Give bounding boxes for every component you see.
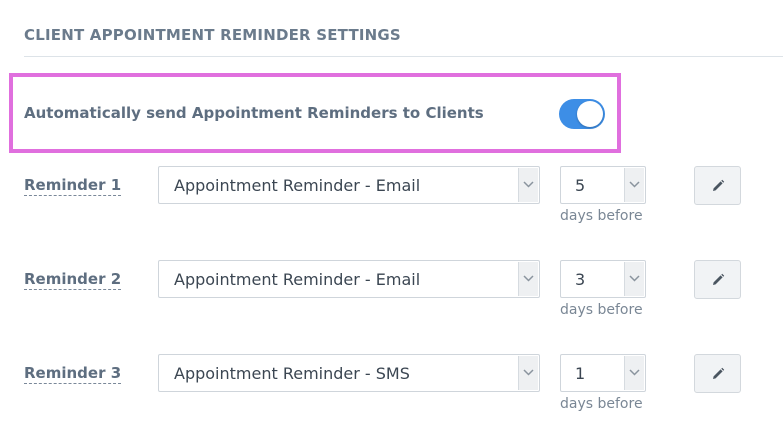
- dropdown-caret: [624, 356, 644, 390]
- days-before-label: days before: [560, 302, 643, 318]
- dropdown-caret: [518, 168, 538, 202]
- pencil-icon: [713, 273, 725, 285]
- reminder-label[interactable]: Reminder 1: [24, 176, 122, 196]
- chevron-down-icon: [629, 181, 640, 188]
- reminder-row-1: Reminder 1 Appointment Reminder - Email …: [0, 166, 783, 236]
- chevron-down-icon: [523, 369, 534, 376]
- reminder-row-3: Reminder 3 Appointment Reminder - SMS 1 …: [0, 354, 783, 424]
- reminder-days-select[interactable]: 1: [560, 354, 646, 392]
- chevron-down-icon: [523, 181, 534, 188]
- reminder-days-value: 1: [575, 364, 586, 383]
- toggle-knob: [577, 101, 603, 127]
- reminder-template-select[interactable]: Appointment Reminder - Email: [158, 260, 540, 298]
- edit-reminder-button[interactable]: [694, 354, 741, 393]
- reminder-template-value: Appointment Reminder - Email: [174, 270, 421, 289]
- dropdown-caret: [624, 168, 644, 202]
- dropdown-caret: [518, 356, 538, 390]
- auto-send-toggle[interactable]: [559, 99, 605, 129]
- pencil-icon: [713, 179, 725, 191]
- edit-reminder-button[interactable]: [694, 260, 741, 299]
- dropdown-caret: [518, 262, 538, 296]
- days-before-label: days before: [560, 208, 643, 224]
- reminder-days-value: 5: [575, 176, 586, 195]
- reminder-template-select[interactable]: Appointment Reminder - Email: [158, 166, 540, 204]
- reminder-template-value: Appointment Reminder - Email: [174, 176, 421, 195]
- chevron-down-icon: [629, 369, 640, 376]
- reminder-days-select[interactable]: 5: [560, 166, 646, 204]
- reminder-label[interactable]: Reminder 3: [24, 364, 122, 384]
- reminder-template-value: Appointment Reminder - SMS: [174, 364, 410, 383]
- edit-reminder-button[interactable]: [694, 166, 741, 205]
- reminder-days-select[interactable]: 3: [560, 260, 646, 298]
- section-divider: [24, 56, 783, 57]
- reminder-row-2: Reminder 2 Appointment Reminder - Email …: [0, 260, 783, 330]
- section-title: CLIENT APPOINTMENT REMINDER SETTINGS: [24, 26, 401, 44]
- days-before-label: days before: [560, 396, 643, 412]
- reminder-template-select[interactable]: Appointment Reminder - SMS: [158, 354, 540, 392]
- reminder-days-value: 3: [575, 270, 586, 289]
- pencil-icon: [713, 367, 725, 379]
- dropdown-caret: [624, 262, 644, 296]
- chevron-down-icon: [523, 275, 534, 282]
- reminder-label[interactable]: Reminder 2: [24, 270, 122, 290]
- chevron-down-icon: [629, 275, 640, 282]
- auto-send-label: Automatically send Appointment Reminders…: [24, 104, 484, 122]
